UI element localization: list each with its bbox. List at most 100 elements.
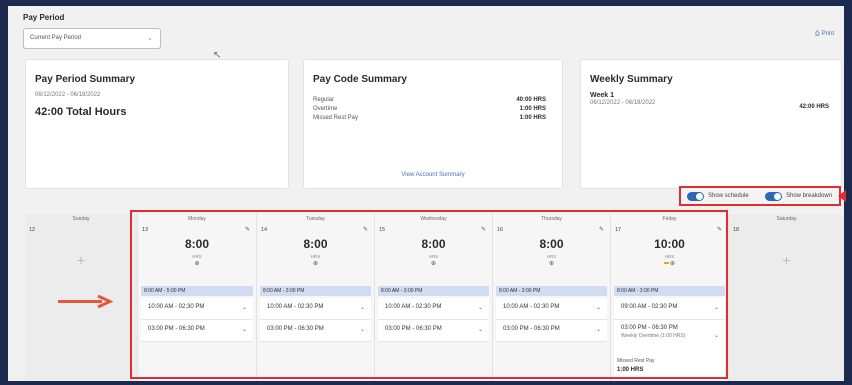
shift-entry[interactable]: 10:00 AM - 02:30 PM ⌄ <box>260 298 371 320</box>
info-icon[interactable]: ⊕ <box>375 260 492 267</box>
chevron-down-icon[interactable]: ⌄ <box>478 304 483 311</box>
day-header: Sunday <box>72 216 90 222</box>
pay-code-summary-card: Pay Code Summary Regular 40:00 HRS Overt… <box>303 59 563 189</box>
hours-unit: HRS <box>546 254 557 259</box>
week-calendar: Sunday 12 + Monday 13 ✎ 8:00 HRS ⊕ 8:00 … <box>25 214 844 381</box>
chevron-down-icon[interactable]: ⌄ <box>714 332 719 339</box>
pay-code-label: Regular <box>313 97 335 103</box>
chevron-down-icon[interactable]: ⌄ <box>360 304 365 311</box>
day-column-thursday: Thursday 16 ✎ 8:00 HRS ⊕ 8:00 AM - 3:00 … <box>493 214 611 381</box>
toggle-switch-icon <box>687 192 704 201</box>
chevron-down-icon[interactable]: ⌄ <box>714 304 719 311</box>
day-number: 14 <box>261 227 268 233</box>
pay-code-value: 40:00 HRS <box>516 97 546 103</box>
chevron-down-icon[interactable]: ⌄ <box>596 304 601 311</box>
shift-entry[interactable]: 03:00 PM - 06:30 PM Weekly Overtime (1:0… <box>614 320 725 356</box>
day-number: 13 <box>142 227 149 233</box>
show-breakdown-label: Show breakdown <box>786 193 833 199</box>
day-header: Monday <box>188 216 206 222</box>
show-schedule-label: Show schedule <box>708 193 749 199</box>
schedule-bar: 8:00 AM - 5:00 PM <box>141 286 253 296</box>
shift-time: 10:00 AM - 02:30 PM <box>267 304 324 310</box>
print-label: Print <box>821 31 834 37</box>
hours-unit: HRS <box>192 254 202 259</box>
pay-period-select[interactable]: Current Pay Period ⌄ <box>23 28 161 49</box>
day-column-friday: Friday 17 ✎ 10:00 HRS ⊕ 8:00 AM - 3:00 P… <box>611 214 729 381</box>
info-icon[interactable]: ⊕ <box>257 260 374 267</box>
edit-pencil-icon[interactable]: ✎ <box>245 226 250 233</box>
pay-code-label: Missed Rest Pay <box>313 115 359 121</box>
view-account-summary-link[interactable]: View Account Summary <box>304 172 562 178</box>
weekly-summary-title: Weekly Summary <box>590 74 673 85</box>
chevron-down-icon[interactable]: ⌄ <box>242 326 247 333</box>
shift-entry[interactable]: 03:00 PM - 06:30 PM ⌄ <box>378 320 489 342</box>
annotation-arrow-right-icon <box>58 295 113 308</box>
day-hours: 8:00 <box>184 237 210 251</box>
shift-entry[interactable]: 10:00 AM - 02:30 PM ⌄ <box>141 298 253 320</box>
print-link[interactable]: ⎙ Print <box>815 31 834 38</box>
pay-code-row-regular: Regular 40:00 HRS <box>313 97 546 103</box>
add-time-icon[interactable]: + <box>729 252 844 268</box>
day-hours: 10:00 <box>654 237 685 251</box>
hours-unit: HRS <box>310 254 321 259</box>
chevron-down-icon[interactable]: ⌄ <box>242 304 247 311</box>
pay-code-value: 1:00 HRS <box>519 106 546 112</box>
edit-pencil-icon[interactable]: ✎ <box>481 226 486 233</box>
missed-rest-pay-entry: Missed Rest Pay 1:00 HRS <box>614 355 725 377</box>
schedule-bar: 8:00 AM - 3:00 PM <box>378 286 489 296</box>
week-label: Week 1 <box>590 92 614 99</box>
annotation-arrow-icon <box>838 190 846 202</box>
overtime-info-icon[interactable]: ⊕ <box>611 260 728 267</box>
day-column-tuesday: Tuesday 14 ✎ 8:00 HRS ⊕ 8:00 AM - 3:00 P… <box>257 214 375 381</box>
shift-note: Weekly Overtime (1:00 HRS) <box>621 333 686 339</box>
day-number: 12 <box>29 227 36 233</box>
day-number: 17 <box>615 227 622 233</box>
pay-period-date-range: 06/12/2022 - 06/18/2022 <box>35 92 101 98</box>
overtime-marker-icon <box>663 262 669 265</box>
day-column-wednesday: Wednesday 15 ✎ 8:00 HRS ⊕ 8:00 AM - 3:00… <box>375 214 493 381</box>
day-header: Tuesday <box>306 216 325 222</box>
shift-time: 10:00 AM - 02:30 PM <box>148 304 205 310</box>
day-number: 18 <box>733 227 740 233</box>
shift-entry[interactable]: 10:00 AM - 02:30 PM ⌄ <box>378 298 489 320</box>
hours-unit: HRS <box>664 254 675 259</box>
pay-period-select-value: Current Pay Period <box>30 35 82 41</box>
missed-rest-pay-label: Missed Rest Pay <box>617 358 655 364</box>
add-time-icon[interactable]: + <box>25 252 137 268</box>
day-header: Saturday <box>776 216 797 222</box>
info-icon[interactable]: ⊕ <box>138 260 256 267</box>
chevron-down-icon[interactable]: ⌄ <box>596 326 601 333</box>
hours-unit: HRS <box>428 254 439 259</box>
day-header: Wednesday <box>420 216 447 222</box>
day-hours: 8:00 <box>539 237 564 251</box>
info-icon[interactable]: ⊕ <box>493 260 610 267</box>
day-number: 15 <box>379 227 386 233</box>
shift-entry[interactable]: 10:00 AM - 02:30 PM ⌄ <box>496 298 607 320</box>
shift-entry[interactable]: 03:00 PM - 06:30 PM ⌄ <box>496 320 607 342</box>
shift-time: 10:00 AM - 02:30 PM <box>503 304 560 310</box>
shift-time: 03:00 PM - 06:30 PM <box>148 326 205 332</box>
schedule-bar: 8:00 AM - 3:00 PM <box>614 286 725 296</box>
pay-code-value: 1:00 HRS <box>519 115 546 121</box>
week-hours: 42:00 HRS <box>799 104 829 110</box>
day-column-monday: Monday 13 ✎ 8:00 HRS ⊕ 8:00 AM - 5:00 PM… <box>138 214 257 381</box>
pay-period-summary-title: Pay Period Summary <box>35 74 136 85</box>
week-date-range: 06/12/2022 - 06/18/2022 <box>590 100 656 106</box>
day-number: 16 <box>497 227 504 233</box>
day-column-saturday: Saturday 18 + <box>729 214 844 381</box>
shift-time: 09:00 AM - 02:30 PM <box>621 304 678 310</box>
edit-pencil-icon[interactable]: ✎ <box>599 226 604 233</box>
edit-pencil-icon[interactable]: ✎ <box>717 226 722 233</box>
shift-time: 03:00 PM - 06:30 PM <box>385 326 442 332</box>
shift-time: 03:00 PM - 06:30 PM <box>503 326 560 332</box>
edit-pencil-icon[interactable]: ✎ <box>363 226 368 233</box>
chevron-down-icon[interactable]: ⌄ <box>360 326 365 333</box>
shift-entry[interactable]: 03:00 PM - 06:30 PM ⌄ <box>260 320 371 342</box>
printer-icon: ⎙ <box>814 31 820 37</box>
toggle-switch-icon <box>765 192 782 201</box>
pay-code-row-overtime: Overtime 1:00 HRS <box>313 106 546 112</box>
shift-entry[interactable]: 09:00 AM - 02:30 PM ⌄ <box>614 298 725 320</box>
chevron-down-icon[interactable]: ⌄ <box>478 326 483 333</box>
display-toggles: Show schedule Show breakdown <box>679 186 841 206</box>
shift-entry[interactable]: 03:00 PM - 06:30 PM ⌄ <box>141 320 253 342</box>
